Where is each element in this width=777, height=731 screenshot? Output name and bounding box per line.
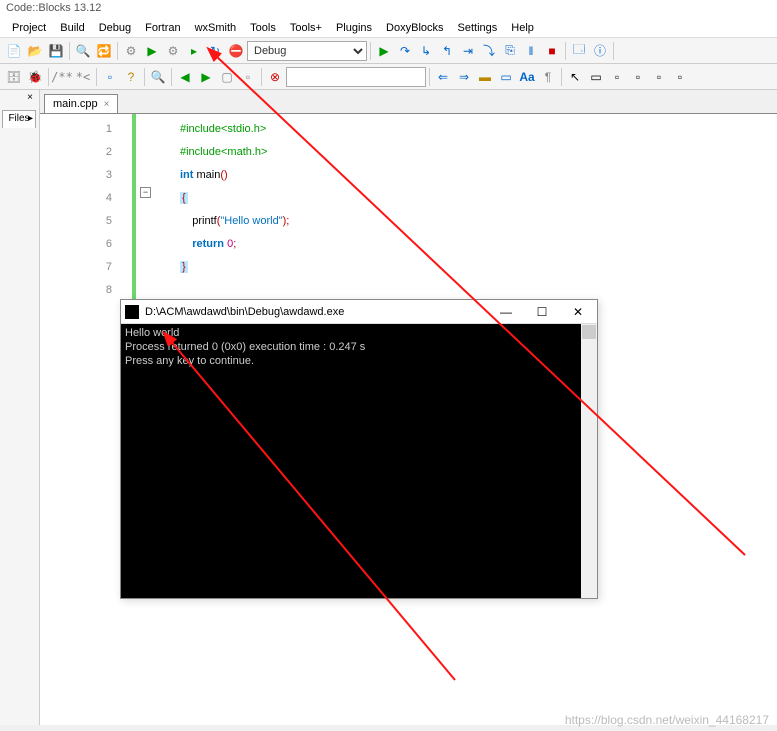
tab-label: main.cpp <box>53 98 98 110</box>
menu-build[interactable]: Build <box>54 20 90 36</box>
bug-icon[interactable]: 🐞 <box>25 67 45 87</box>
toggle-icon[interactable]: ▬ <box>475 67 495 87</box>
close-button[interactable]: ✕ <box>563 302 593 322</box>
abc-icon[interactable]: ¶ <box>538 67 558 87</box>
new-icon[interactable]: 📄 <box>4 41 24 61</box>
replace-icon[interactable]: 🔁 <box>94 41 114 61</box>
menu-tools[interactable]: Tools <box>244 20 282 36</box>
sidebar-tab-files[interactable]: Files <box>2 110 36 128</box>
menu-wxsmith[interactable]: wxSmith <box>189 20 243 36</box>
run-to-cursor-icon[interactable]: ⇥ <box>458 41 478 61</box>
nav-fwd-icon[interactable]: ⇒ <box>454 67 474 87</box>
sidebar-close-icon[interactable]: × <box>23 92 37 106</box>
change-marker <box>132 114 136 299</box>
watermark: https://blog.csdn.net/weixin_44168217 <box>565 713 769 727</box>
brackets-icon[interactable]: *< <box>73 67 93 87</box>
console-scrollbar[interactable] <box>581 324 597 598</box>
app-titlebar: Code::Blocks 13.12 <box>0 0 777 18</box>
console-line: Process returned 0 (0x0) execution time … <box>125 340 593 354</box>
scroll-up-icon[interactable] <box>582 325 596 339</box>
highlight-icon[interactable]: ▢ <box>217 67 237 87</box>
db-icon[interactable]: 🗄 <box>4 67 24 87</box>
console-line: Hello world <box>125 326 593 340</box>
mark-icon[interactable]: ▭ <box>496 67 516 87</box>
comment-icon[interactable]: /** <box>52 67 72 87</box>
gear-icon[interactable]: ⚙ <box>121 41 141 61</box>
rebuild-icon[interactable]: ↻ <box>205 41 225 61</box>
cursor-icon[interactable]: ↖ <box>565 67 585 87</box>
minimize-button[interactable]: — <box>491 302 521 322</box>
menu-fortran[interactable]: Fortran <box>139 20 186 36</box>
help-icon[interactable]: ? <box>121 67 141 87</box>
break-icon[interactable]: ⎘ <box>500 41 520 61</box>
step-over-icon[interactable]: ↷ <box>395 41 415 61</box>
next-icon[interactable]: ▶ <box>196 67 216 87</box>
menu-project[interactable]: Project <box>6 20 52 36</box>
toolbar-1: 📄 📂 💾 🔍 🔁 ⚙ ▶ ⚙ ▸ ↻ ⛔ Debug ▶ ↷ ↳ ↰ ⇥ ⤵ … <box>0 38 777 64</box>
fold-toggle-icon[interactable]: − <box>140 187 151 198</box>
search-input[interactable] <box>286 67 426 87</box>
line-gutter: 1 2 3 4 5 6 7 8 <box>40 114 130 725</box>
console-window[interactable]: D:\ACM\awdawd\bin\Debug\awdawd.exe — ☐ ✕… <box>120 299 598 599</box>
stop-dbg-icon[interactable]: ■ <box>542 41 562 61</box>
menu-settings[interactable]: Settings <box>452 20 504 36</box>
sel1-icon[interactable]: ▫ <box>607 67 627 87</box>
toolbar-2: 🗄 🐞 /** *< ▫ ? 🔍 ◀ ▶ ▢ ▫ ⊗ ⇐ ⇒ ▬ ▭ Aa ¶ … <box>0 64 777 90</box>
clear2-icon[interactable]: ⊗ <box>265 67 285 87</box>
menu-bar: Project Build Debug Fortran wxSmith Tool… <box>0 18 777 38</box>
rect-icon[interactable]: ▭ <box>586 67 606 87</box>
maximize-button[interactable]: ☐ <box>527 302 557 322</box>
info-icon[interactable]: ⓘ <box>590 41 610 61</box>
search-icon[interactable]: 🔍 <box>73 41 93 61</box>
bookmark-icon[interactable]: ▫ <box>100 67 120 87</box>
step-into-icon[interactable]: ↳ <box>416 41 436 61</box>
sidebar: × Files <box>0 90 40 725</box>
next-instr-icon[interactable]: ⤵ <box>479 41 499 61</box>
menu-debug[interactable]: Debug <box>93 20 137 36</box>
pause-icon[interactable]: ‖ <box>521 41 541 61</box>
dbg-run-icon[interactable]: ▶ <box>374 41 394 61</box>
menu-toolsplus[interactable]: Tools+ <box>284 20 328 36</box>
console-app-icon <box>125 305 139 319</box>
console-titlebar[interactable]: D:\ACM\awdawd\bin\Debug\awdawd.exe — ☐ ✕ <box>121 300 597 324</box>
menu-doxyblocks[interactable]: DoxyBlocks <box>380 20 449 36</box>
sel2-icon[interactable]: ▫ <box>628 67 648 87</box>
dbg-window-icon[interactable]: 🗔 <box>569 41 589 61</box>
run-icon[interactable]: ▶ <box>142 41 162 61</box>
console-line: Press any key to continue. <box>125 354 593 368</box>
sel4-icon[interactable]: ▫ <box>670 67 690 87</box>
build-run-icon[interactable]: ▸ <box>184 41 204 61</box>
abort-icon[interactable]: ⛔ <box>226 41 246 61</box>
menu-plugins[interactable]: Plugins <box>330 20 378 36</box>
tab-close-icon[interactable]: × <box>104 99 110 110</box>
aa-icon[interactable]: Aa <box>517 67 537 87</box>
sel3-icon[interactable]: ▫ <box>649 67 669 87</box>
open-icon[interactable]: 📂 <box>25 41 45 61</box>
save-icon[interactable]: 💾 <box>46 41 66 61</box>
find-icon[interactable]: 🔍 <box>148 67 168 87</box>
console-output: Hello world Process returned 0 (0x0) exe… <box>121 324 597 598</box>
editor-tabs: main.cpp × <box>40 90 777 114</box>
console-title: D:\ACM\awdawd\bin\Debug\awdawd.exe <box>145 306 344 318</box>
prev-icon[interactable]: ◀ <box>175 67 195 87</box>
menu-help[interactable]: Help <box>505 20 540 36</box>
step-out-icon[interactable]: ↰ <box>437 41 457 61</box>
build-target-select[interactable]: Debug <box>247 41 367 61</box>
build-icon[interactable]: ⚙ <box>163 41 183 61</box>
tab-main-cpp[interactable]: main.cpp × <box>44 94 118 113</box>
nav-back-icon[interactable]: ⇐ <box>433 67 453 87</box>
clear-icon[interactable]: ▫ <box>238 67 258 87</box>
